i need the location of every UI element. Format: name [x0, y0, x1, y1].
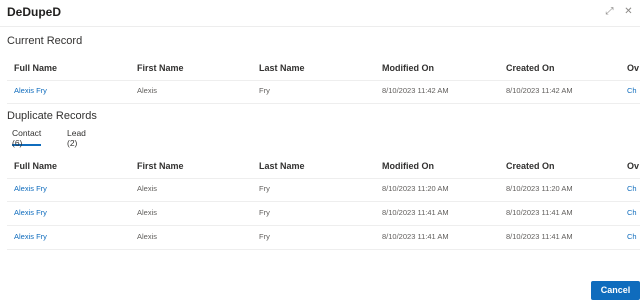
modified-on-cell: 8/10/2023 11:42 AM [382, 86, 449, 95]
owner-link[interactable]: Ch [627, 177, 640, 201]
column-header-created-on[interactable]: Created On [506, 56, 616, 80]
duplicate-records-header-row: Full Name First Name Last Name Modified … [7, 154, 640, 179]
column-header-created-on[interactable]: Created On [506, 154, 616, 178]
modal-header: DeDupeD ⤢ ✕ [0, 0, 640, 27]
full-name-link[interactable]: Alexis Fry [14, 201, 124, 225]
full-name-link[interactable]: Alexis Fry [14, 177, 124, 201]
column-header-first-name[interactable]: First Name [137, 56, 247, 80]
table-row: Alexis Fry Alexis Fry 8/10/2023 11:41 AM… [7, 225, 640, 250]
current-record-title: Current Record [7, 35, 83, 47]
created-on-cell: 8/10/2023 11:41 AM [506, 232, 573, 241]
table-row: Alexis Fry Alexis Fry 8/10/2023 11:41 AM… [7, 201, 640, 226]
current-record-header-row: Full Name First Name Last Name Modified … [7, 56, 640, 81]
first-name-cell: Alexis [137, 86, 158, 95]
full-name-link[interactable]: Alexis Fry [14, 225, 124, 249]
column-header-modified-on[interactable]: Modified On [382, 56, 497, 80]
cancel-button[interactable]: Cancel [591, 281, 640, 300]
first-name-cell: Alexis [137, 208, 158, 217]
last-name-cell: Fry [259, 86, 270, 95]
table-row: Alexis Fry Alexis Fry 8/10/2023 11:20 AM… [7, 177, 640, 202]
owner-link[interactable]: Ch [627, 79, 640, 103]
column-header-modified-on[interactable]: Modified On [382, 154, 497, 178]
duplicate-records-title: Duplicate Records [7, 110, 97, 122]
column-header-full-name[interactable]: Full Name [14, 56, 124, 80]
tab-contact[interactable]: Contact (6) [12, 128, 42, 148]
column-header-owner[interactable]: Ov [627, 56, 640, 80]
modified-on-cell: 8/10/2023 11:41 AM [382, 232, 449, 241]
created-on-cell: 8/10/2023 11:42 AM [506, 86, 573, 95]
created-on-cell: 8/10/2023 11:41 AM [506, 208, 573, 217]
first-name-cell: Alexis [137, 232, 158, 241]
last-name-cell: Fry [259, 208, 270, 217]
tab-lead[interactable]: Lead (2) [67, 128, 86, 148]
last-name-cell: Fry [259, 232, 270, 241]
modified-on-cell: 8/10/2023 11:41 AM [382, 208, 449, 217]
modified-on-cell: 8/10/2023 11:20 AM [382, 184, 449, 193]
column-header-owner[interactable]: Ov [627, 154, 640, 178]
column-header-last-name[interactable]: Last Name [259, 154, 369, 178]
app-title: DeDupeD [7, 5, 62, 19]
column-header-first-name[interactable]: First Name [137, 154, 247, 178]
created-on-cell: 8/10/2023 11:20 AM [506, 184, 573, 193]
close-icon[interactable]: ✕ [623, 6, 634, 17]
table-row: Alexis Fry Alexis Fry 8/10/2023 11:42 AM… [7, 79, 640, 104]
full-name-link[interactable]: Alexis Fry [14, 79, 124, 103]
last-name-cell: Fry [259, 184, 270, 193]
owner-link[interactable]: Ch [627, 225, 640, 249]
column-header-last-name[interactable]: Last Name [259, 56, 369, 80]
owner-link[interactable]: Ch [627, 201, 640, 225]
first-name-cell: Alexis [137, 184, 158, 193]
column-header-full-name[interactable]: Full Name [14, 154, 124, 178]
expand-icon[interactable]: ⤢ [604, 6, 615, 17]
